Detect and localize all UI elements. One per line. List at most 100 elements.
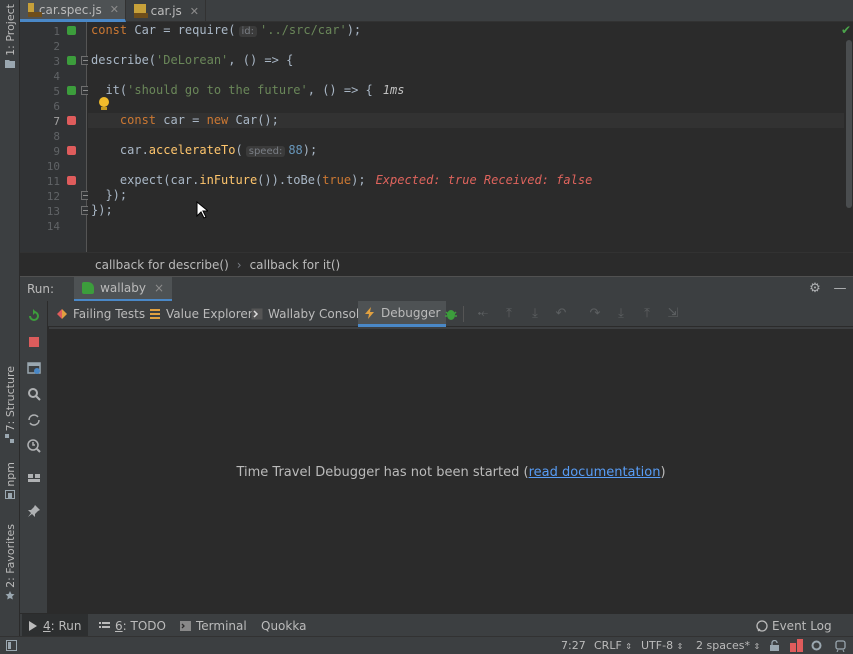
parameter-hint: speed:	[245, 146, 286, 157]
coverage-fail-marker[interactable]	[67, 146, 76, 155]
line-number: 8	[53, 130, 60, 143]
lightbulb-icon[interactable]	[99, 97, 109, 111]
editor-gutter[interactable]: 1 2 3 4 5 6 7 8 9 10 11 12 13 14	[20, 22, 88, 252]
wallaby-status-icon[interactable]	[790, 639, 803, 652]
step-back-icon[interactable]: ⤝	[476, 307, 490, 321]
debugger-status-message: Time Travel Debugger has not been starte…	[49, 465, 853, 480]
toolbar-separator	[463, 306, 464, 322]
rerun-icon[interactable]	[27, 309, 41, 323]
test-duration: 1ms	[382, 83, 405, 97]
tab-label: Value Explorer	[166, 307, 253, 321]
coverage-fail-marker[interactable]	[67, 116, 76, 125]
settings-status-icon[interactable]	[810, 639, 823, 652]
step-out-forward-icon[interactable]: ⤒	[640, 307, 654, 321]
editor-scrollbar[interactable]	[844, 22, 853, 252]
terminal-icon	[180, 620, 191, 631]
line-number: 9	[53, 145, 60, 158]
line-ending-value: CRLF	[594, 639, 622, 652]
coverage-pass-marker[interactable]	[67, 86, 76, 95]
tab-run[interactable]: 4: Run	[22, 614, 88, 637]
coverage-pass-marker[interactable]	[67, 56, 76, 65]
close-icon[interactable]: ×	[154, 281, 164, 295]
line-number: 11	[46, 175, 60, 188]
step-into-forward-icon[interactable]: ⤓	[614, 307, 628, 321]
indent-selector[interactable]: 2 spaces* ⇕	[696, 639, 760, 652]
structure-tool-label: 7: Structure	[3, 366, 17, 432]
line-number: 1	[53, 25, 60, 38]
favorites-tool-label: 2: Favorites	[3, 524, 17, 588]
step-into-icon[interactable]: ⤓	[528, 307, 542, 321]
step-over-icon[interactable]: ↷	[588, 307, 602, 321]
coverage-fail-marker[interactable]	[67, 176, 76, 185]
toggle-tool-windows-icon[interactable]	[6, 640, 17, 651]
tab-quokka[interactable]: Quokka	[255, 614, 312, 637]
bottom-tool-tabs: 4: Run 6: TODO Terminal Quokka Event Log	[20, 613, 853, 637]
check-icon: ✔	[841, 23, 852, 37]
indent-value: 2 spaces*	[696, 639, 750, 652]
lock-icon[interactable]	[769, 640, 780, 651]
structure-icon	[5, 434, 14, 444]
parameter-hint: id:	[238, 26, 257, 37]
cursor-position[interactable]: 7:27	[561, 639, 586, 652]
gear-icon[interactable]: ⚙	[808, 282, 822, 296]
refresh-icon[interactable]	[27, 413, 41, 427]
minimize-icon[interactable]: —	[833, 282, 847, 296]
step-over-back-icon[interactable]: ↶	[554, 307, 568, 321]
panel-icon[interactable]	[27, 471, 41, 485]
favorites-tool-tab[interactable]: 2: Favorites	[0, 524, 20, 600]
updown-icon: ⇕	[676, 642, 684, 651]
close-icon[interactable]: ✕	[190, 5, 199, 18]
search-icon[interactable]	[27, 387, 41, 401]
debugger-message-close: )	[660, 465, 666, 480]
code-line-13: });	[91, 203, 113, 217]
tab-label: Failing Tests	[73, 307, 146, 321]
tab-terminal[interactable]: Terminal	[174, 614, 253, 637]
line-number: 5	[53, 85, 60, 98]
tab-wallaby-console[interactable]: Wallaby Console	[245, 301, 373, 327]
structure-tool-tab[interactable]: 7: Structure	[0, 366, 20, 444]
layout-icon[interactable]	[27, 361, 41, 375]
line-number: 12	[46, 190, 60, 203]
folder-icon	[5, 59, 15, 68]
updown-icon: ⇕	[625, 642, 632, 651]
run-to-cursor-icon[interactable]: ⇲	[666, 307, 680, 321]
npm-tool-label: npm	[3, 462, 17, 487]
tab-car-js[interactable]: car.js ✕	[126, 0, 206, 22]
tab-event-log[interactable]: Event Log	[750, 614, 838, 637]
npm-icon	[5, 489, 15, 499]
breadcrumb-item-it[interactable]: callback for it()	[250, 258, 341, 272]
stop-icon[interactable]	[27, 335, 41, 349]
breadcrumb: callback for describe() › callback for i…	[20, 252, 853, 276]
line-number: 4	[53, 70, 60, 83]
debugger-message-text: Time Travel Debugger has not been starte…	[236, 465, 529, 480]
project-tool-tab[interactable]: 1: Project	[0, 4, 20, 68]
tab-label: Debugger	[381, 305, 441, 320]
tab-todo[interactable]: 6: TODO	[93, 614, 172, 637]
npm-tool-tab[interactable]: npm	[0, 462, 20, 499]
breadcrumb-item-describe[interactable]: callback for describe()	[95, 258, 229, 272]
mouse-pointer-icon	[196, 201, 208, 219]
step-out-icon[interactable]: ⤒	[502, 307, 516, 321]
encoding-selector[interactable]: UTF-8 ⇕	[641, 639, 683, 652]
close-icon[interactable]: ✕	[110, 3, 119, 16]
wallaby-icon	[82, 281, 95, 294]
inspector-icon[interactable]	[834, 639, 847, 652]
pin-icon[interactable]	[27, 504, 41, 518]
read-documentation-link[interactable]: read documentation	[529, 465, 661, 480]
left-tool-stripe: 1: Project 7: Structure npm 2: Favorites	[0, 0, 20, 636]
tab-car-spec-js[interactable]: car.spec.js ✕	[20, 0, 126, 22]
coverage-pass-marker[interactable]	[67, 26, 76, 35]
failing-tests-icon	[57, 309, 67, 319]
tab-label: car.js	[150, 4, 182, 18]
history-search-icon[interactable]	[27, 439, 41, 453]
line-ending-selector[interactable]: CRLF ⇕	[594, 639, 632, 652]
code-line-5: it('should go to the future', () => {1ms	[91, 83, 405, 97]
tab-failing-tests[interactable]: Failing Tests	[50, 301, 151, 327]
star-icon	[5, 590, 15, 600]
run-tab-wallaby[interactable]: wallaby ×	[74, 276, 173, 302]
debugger-panel: Time Travel Debugger has not been starte…	[49, 327, 853, 613]
tab-debugger[interactable]: Debugger	[358, 301, 447, 327]
tab-value-explorer[interactable]: Value Explorer	[143, 301, 259, 327]
console-icon	[251, 308, 263, 320]
bug-icon[interactable]	[444, 307, 458, 321]
